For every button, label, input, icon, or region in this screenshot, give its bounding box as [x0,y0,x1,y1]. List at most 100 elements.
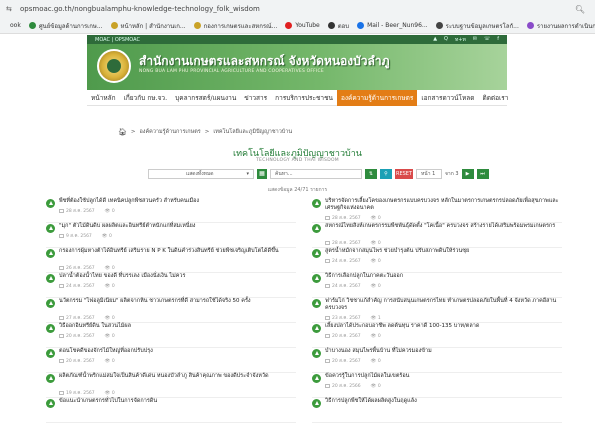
list-item-title[interactable]: วิธีการเลือกปลูกในภาคตะวันออก [325,273,561,280]
list-row: ตอนโชคดีของจักรไม้ใหญ่ที่ออกปรับปรุง 20 ส… [46,348,566,373]
nav-item[interactable]: องค์ความรู้ด้านการเกษตร [336,89,418,106]
calendar-icon [59,315,64,320]
bookmark-item[interactable]: ศูนย์ข้อมูลด้านการเกษ... [28,21,103,31]
list-item-title[interactable]: พืชที่ต้องใช้ปลูกได้ดี เทคนิคปลูกพืชสวนค… [59,198,295,205]
list-item[interactable]: ผลิตภัณฑ์น้ำพริกแม่สมใจเป็นสินค้าดีเด่น … [46,373,296,398]
bookmark-favicon-icon [28,22,36,29]
list-item-date: 28 ส.ค. 2567 [332,241,361,246]
zoom-icon[interactable]: 🔍︎ [575,5,585,14]
list-item-title[interactable]: "มุก" ตัวไม้ดินดิบ ผลผลิตและอินทรีย์ตำหน… [59,223,295,230]
list-item-title[interactable]: ผลิตภัณฑ์น้ำพริกแม่สมใจเป็นสินค้าดีเด่น … [59,373,295,380]
list-item[interactable]: พืชที่ต้องใช้ปลูกได้ดี เทคนิคปลูกพืชสวนค… [46,198,296,223]
list-item-views: 0 [377,259,381,264]
list-item[interactable]: ตอนโชคดีของจักรไม้ใหญ่ที่ออกปรับปรุง 20 ส… [46,348,296,373]
nav-item[interactable]: หน้าหลัก [87,90,120,106]
bookmark-item[interactable]: รายงานผลการดำเนินการ... [526,21,595,31]
list-item-title[interactable]: เลี้ยงปลาได้ประกอบอาชีพ ลดต้นทุน ราคาดี … [325,323,561,330]
eye-icon: 👁︎ [370,384,378,389]
list-item-title[interactable]: ข้อควรรู้ในการปลูกไม้ผลในเขตร้อน [325,373,561,380]
list-item[interactable]: นวัตกรรม "ไฟอลูมิเนียม" ผลิตจากหิน ชาวเก… [46,298,296,323]
list-item-meta: 27 ส.ค. 2567 👁︎ 0 [59,314,115,321]
url-text[interactable]: opsmoac.go.th/nongbualamphu-knowledge-te… [20,5,575,13]
search-button[interactable]: ⚲ [380,169,392,179]
page-select[interactable]: หน้า 1 [416,169,442,179]
moac-links[interactable]: MOAC | OPSMOAC [95,37,140,43]
nav-item[interactable]: การบริการประชาชน [271,90,337,106]
list-item-title[interactable]: ฟาร์มไก่ วิชชาแก้สำคัญ การสนับสนุนเกษตรก… [325,298,561,312]
list-row: กรองการผุ้มหางต้าได้อินทรีย์ เสริมราย N … [46,248,566,273]
nav-item[interactable]: ข่าวสาร [240,90,271,106]
bookmark-item[interactable]: กองการเกษตรและสหกรณ์... [193,21,277,31]
article-icon [46,249,55,258]
list-item-title[interactable]: ข้อแนะนำเกษตรกรทั่วไปในการจัดการดิน [59,398,295,405]
list-item-title[interactable]: สหกรณ์ไทยสิงห์เกษตรกรรมพืชพันธุ์ดัดตั้ง … [325,223,561,230]
bookmark-item[interactable]: หน้าหลัก | สำนักงานเก... [110,21,186,31]
bookmark-item[interactable]: ook [0,22,21,29]
list-item[interactable]: ฟาร์มไก่ วิชชาแก้สำคัญ การสนับสนุนเกษตรก… [312,298,562,323]
address-bar[interactable]: ⇆ opsmoac.go.th/nongbualamphu-knowledge-… [0,0,595,18]
eye-icon: 👁︎ [104,209,112,214]
list-item-date: 20 ส.ค. 2567 [332,334,361,339]
calendar-icon [325,283,330,288]
search-input[interactable]: ค้นหา... [270,169,362,179]
top-strip-tool-icon[interactable]: Q [444,36,448,44]
list-item[interactable]: บำบางนอง สมุนไพรพื้นบ้าน ที่ไม่ควรมองข้า… [312,348,562,373]
list-item-meta: 19 ส.ค. 2567 👁︎ 0 [59,389,115,396]
calendar-icon [325,358,330,363]
category-select[interactable]: แสดงทั้งหมด ▾ [148,169,254,179]
list-item-title[interactable]: นวัตกรรม "ไฟอลูมิเนียม" ผลิตจากหิน ชาวเก… [59,298,295,305]
home-icon[interactable]: 🏠︎ [118,128,127,136]
list-item[interactable]: บริหารจัดการเลี้ยงโคของเกษตรกรแบบครบวงจร… [312,198,562,223]
next-page-button[interactable]: ▶ [461,169,474,179]
last-page-button[interactable]: ⏭ [476,169,489,179]
calendar-icon[interactable]: ▦ [257,169,267,179]
list-item-title[interactable]: ปลาน้ำต้องน้ำไทย ของดี ที่บรรเลง เมืองนั… [59,273,295,280]
list-item[interactable]: กรองการผุ้มหางต้าได้อินทรีย์ เสริมราย N … [46,248,296,273]
breadcrumb-item-knowledge[interactable]: องค์ความรู้ด้านการเกษตร [140,128,201,136]
list-item[interactable]: เลี้ยงปลาได้ประกอบอาชีพ ลดต้นทุน ราคาดี … [312,323,562,348]
list-item[interactable]: ข้อแนะนำเกษตรกรทั่วไปในการจัดการดิน [46,398,296,423]
list-item-title[interactable]: ตอนโชคดีของจักรไม้ใหญ่ที่ออกปรับปรุง [59,348,295,355]
article-icon [46,224,55,233]
top-strip-tool-icon[interactable]: f [497,36,499,44]
list-item-title[interactable]: บริหารจัดการเลี้ยงโคของเกษตรกรแบบครบวงจร… [325,198,561,212]
list-item-title[interactable]: วิธีออกอินทรีย์ดิน ในสวนไม้ผล [59,323,295,330]
list-item[interactable]: ข้อควรรู้ในการปลูกไม้ผลในเขตร้อน 20 ส.ค. … [312,373,562,398]
list-item[interactable]: วิธีการเลือกปลูกในภาคตะวันออก 24 ส.ค. 256… [312,273,562,298]
reset-button[interactable]: RESET [395,169,413,179]
nav-item[interactable]: เกี่ยวกับ กษ.จว. [120,90,172,106]
list-item-views: 0 [111,391,115,396]
top-strip-tool-icon[interactable]: ท+ท [455,36,466,44]
list-item-meta: 26 ส.ค. 2567 👁︎ 0 [59,264,115,271]
nav-item[interactable]: บุคลากรสตร์/แผนงาน [171,90,240,106]
list-item[interactable]: วิธีการปลูกพืชให้ได้ผลผลิตสูงในฤดูแล้ง [312,398,562,423]
list-item-title[interactable]: สูตรน้ำหมักจากสมุนไพร ช่วยบำรุงต้น ปรับส… [325,248,561,255]
ministry-logo[interactable] [97,49,131,83]
bookmark-item[interactable]: Mail - Beer_Nun96... [357,22,428,29]
eye-icon: 👁︎ [104,334,112,339]
list-item[interactable]: สูตรน้ำหมักจากสมุนไพร ช่วยบำรุงต้น ปรับส… [312,248,562,273]
bookmark-item[interactable]: ตอบ [327,21,349,31]
nav-item[interactable]: ติดต่อเรา [478,90,512,106]
list-item[interactable]: สหกรณ์ไทยสิงห์เกษตรกรรมพืชพันธุ์ดัดตั้ง … [312,223,562,248]
article-icon [312,374,321,383]
list-item-date: 24 ส.ค. 2567 [66,284,95,289]
list-item-title[interactable]: วิธีการปลูกพืชให้ได้ผลผลิตสูงในฤดูแล้ง [325,398,561,405]
nav-item[interactable]: เอกสารดาวน์โหลด [417,90,478,106]
list-item[interactable]: วิธีออกอินทรีย์ดิน ในสวนไม้ผล 20 ส.ค. 256… [46,323,296,348]
list-item-title[interactable]: บำบางนอง สมุนไพรพื้นบ้าน ที่ไม่ควรมองข้า… [325,348,561,355]
list-row: ข้อแนะนำเกษตรกรทั่วไปในการจัดการดิน วิธีก… [46,398,566,423]
chevron-down-icon: ▾ [246,171,249,177]
bookmark-item[interactable]: YouTube [285,22,320,29]
list-item[interactable]: "มุก" ตัวไม้ดินดิบ ผลผลิตและอินทรีย์ตำหน… [46,223,296,248]
list-item-title[interactable]: กรองการผุ้มหางต้าได้อินทรีย์ เสริมราย N … [59,248,295,255]
site-top-strip: MOAC | OPSMOAC ▲ Q ท+ท ✉ ☏ f [87,35,507,44]
site-info-icon[interactable]: ⇆ [6,5,15,14]
top-strip-tool-icon[interactable]: ▲ [433,36,437,44]
sort-button[interactable]: ⇅ [365,169,377,179]
article-icon [46,299,55,308]
list-item[interactable]: ปลาน้ำต้องน้ำไทย ของดี ที่บรรเลง เมืองนั… [46,273,296,298]
bookmark-item[interactable]: ระบบฐานข้อมูลเกษตรโลกั... [435,21,519,31]
top-strip-tool-icon[interactable]: ☏ [484,36,490,44]
top-strip-tool-icon[interactable]: ✉ [473,36,477,44]
